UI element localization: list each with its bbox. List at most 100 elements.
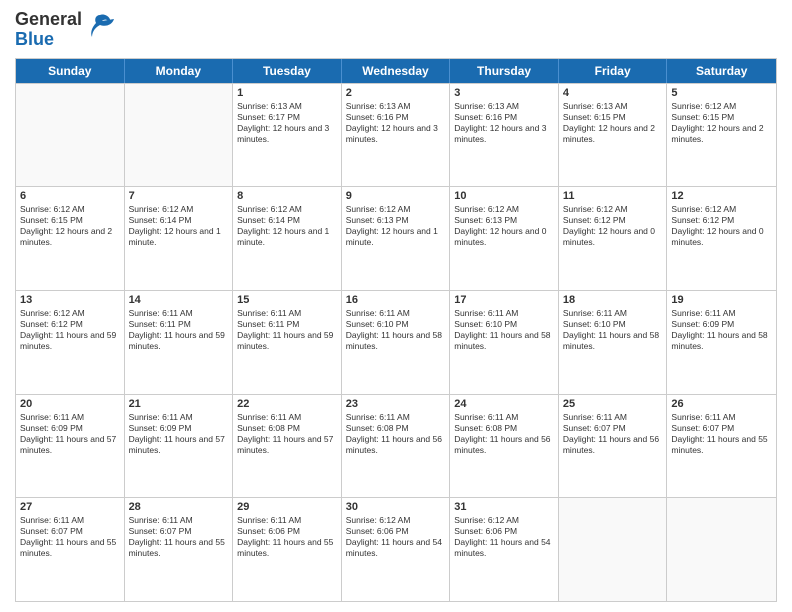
- day-cell-27: 27Sunrise: 6:11 AM Sunset: 6:07 PM Dayli…: [16, 498, 125, 601]
- day-info: Sunrise: 6:11 AM Sunset: 6:06 PM Dayligh…: [237, 515, 337, 559]
- logo-bird-icon: [86, 11, 114, 39]
- calendar-body: 1 Sunrise: 6:13 AM Sunset: 6:17 PM Daylig…: [16, 83, 776, 601]
- day-cell-19: 19 Sunrise: 6:11 AM Sunset: 6:09 PM Dayli…: [667, 291, 776, 394]
- day-number: 12: [671, 190, 772, 202]
- empty-cell-4-5: [559, 498, 668, 601]
- day-cell-2: 2 Sunrise: 6:13 AM Sunset: 6:16 PM Daylig…: [342, 84, 451, 187]
- day-number: 19: [671, 294, 772, 306]
- day-info: Sunrise: 6:12 AM Sunset: 6:13 PM Dayligh…: [454, 204, 554, 248]
- day-cell-29: 29 Sunrise: 6:11 AM Sunset: 6:06 PM Dayli…: [233, 498, 342, 601]
- day-number: 22: [237, 398, 337, 410]
- empty-cell-0-1: [125, 84, 234, 187]
- day-info: Sunrise: 6:13 AM Sunset: 6:17 PM Dayligh…: [237, 101, 337, 145]
- day-info: Sunrise: 6:11 AM Sunset: 6:10 PM Dayligh…: [346, 308, 446, 352]
- day-cell-22: 22 Sunrise: 6:11 AM Sunset: 6:08 PM Dayli…: [233, 395, 342, 498]
- day-info: Sunrise: 6:12 AM Sunset: 6:06 PM Dayligh…: [454, 515, 554, 559]
- day-cell-13: 13 Sunrise: 6:12 AM Sunset: 6:12 PM Dayli…: [16, 291, 125, 394]
- day-number: 2: [346, 87, 446, 99]
- week-row-3: 13 Sunrise: 6:12 AM Sunset: 6:12 PM Dayli…: [16, 290, 776, 394]
- day-cell-25: 25 Sunrise: 6:11 AM Sunset: 6:07 PM Dayli…: [559, 395, 668, 498]
- day-header-friday: Friday: [559, 59, 668, 83]
- day-cell-28: 28 Sunrise: 6:11 AM Sunset: 6:07 PM Dayli…: [125, 498, 234, 601]
- day-cell-10: 10 Sunrise: 6:12 AM Sunset: 6:13 PM Dayli…: [450, 187, 559, 290]
- empty-cell-0-0: [16, 84, 125, 187]
- calendar: SundayMondayTuesdayWednesdayThursdayFrid…: [15, 58, 777, 602]
- week-row-4: 20 Sunrise: 6:11 AM Sunset: 6:09 PM Dayli…: [16, 394, 776, 498]
- day-cell-15: 15 Sunrise: 6:11 AM Sunset: 6:11 PM Dayli…: [233, 291, 342, 394]
- day-info: Sunrise: 6:11 AM Sunset: 6:09 PM Dayligh…: [129, 412, 229, 456]
- day-cell-17: 17 Sunrise: 6:11 AM Sunset: 6:10 PM Dayli…: [450, 291, 559, 394]
- header: General Blue: [15, 10, 777, 50]
- day-info: Sunrise: 6:11 AM Sunset: 6:11 PM Dayligh…: [237, 308, 337, 352]
- day-cell-5: 5Sunrise: 6:12 AM Sunset: 6:15 PM Daylig…: [667, 84, 776, 187]
- calendar-header: SundayMondayTuesdayWednesdayThursdayFrid…: [16, 59, 776, 83]
- logo-blue: Blue: [15, 29, 54, 49]
- day-info: Sunrise: 6:12 AM Sunset: 6:13 PM Dayligh…: [346, 204, 446, 248]
- day-info: Sunrise: 6:12 AM Sunset: 6:15 PM Dayligh…: [20, 204, 120, 248]
- day-cell-14: 14 Sunrise: 6:11 AM Sunset: 6:11 PM Dayli…: [125, 291, 234, 394]
- day-header-tuesday: Tuesday: [233, 59, 342, 83]
- day-number: 10: [454, 190, 554, 202]
- day-cell-12: 12 Sunrise: 6:12 AM Sunset: 6:12 PM Dayli…: [667, 187, 776, 290]
- day-info: Sunrise: 6:12 AM Sunset: 6:06 PM Dayligh…: [346, 515, 446, 559]
- day-number: 4: [563, 87, 663, 99]
- day-info: Sunrise: 6:13 AM Sunset: 6:16 PM Dayligh…: [454, 101, 554, 145]
- day-info: Sunrise: 6:12 AM Sunset: 6:12 PM Dayligh…: [20, 308, 120, 352]
- day-number: 14: [129, 294, 229, 306]
- day-cell-6: 6 Sunrise: 6:12 AM Sunset: 6:15 PM Daylig…: [16, 187, 125, 290]
- day-cell-7: 7 Sunrise: 6:12 AM Sunset: 6:14 PM Daylig…: [125, 187, 234, 290]
- day-number: 27: [20, 501, 120, 513]
- day-number: 25: [563, 398, 663, 410]
- day-cell-20: 20Sunrise: 6:11 AM Sunset: 6:09 PM Dayli…: [16, 395, 125, 498]
- day-number: 28: [129, 501, 229, 513]
- day-cell-30: 30 Sunrise: 6:12 AM Sunset: 6:06 PM Dayli…: [342, 498, 451, 601]
- day-number: 9: [346, 190, 446, 202]
- day-number: 15: [237, 294, 337, 306]
- day-info: Sunrise: 6:13 AM Sunset: 6:15 PM Dayligh…: [563, 101, 663, 145]
- day-info: Sunrise: 6:12 AM Sunset: 6:15 PM Dayligh…: [671, 101, 772, 145]
- day-number: 24: [454, 398, 554, 410]
- page: General Blue SundayMondayTuesdayWednesda…: [0, 0, 792, 612]
- day-cell-16: 16 Sunrise: 6:11 AM Sunset: 6:10 PM Dayli…: [342, 291, 451, 394]
- day-info: Sunrise: 6:13 AM Sunset: 6:16 PM Dayligh…: [346, 101, 446, 145]
- day-number: 30: [346, 501, 446, 513]
- day-cell-23: 23Sunrise: 6:11 AM Sunset: 6:08 PM Dayli…: [342, 395, 451, 498]
- day-info: Sunrise: 6:12 AM Sunset: 6:12 PM Dayligh…: [563, 204, 663, 248]
- day-number: 1: [237, 87, 337, 99]
- day-number: 20: [20, 398, 120, 410]
- day-number: 16: [346, 294, 446, 306]
- day-cell-1: 1 Sunrise: 6:13 AM Sunset: 6:17 PM Daylig…: [233, 84, 342, 187]
- day-info: Sunrise: 6:11 AM Sunset: 6:11 PM Dayligh…: [129, 308, 229, 352]
- day-info: Sunrise: 6:11 AM Sunset: 6:10 PM Dayligh…: [563, 308, 663, 352]
- day-info: Sunrise: 6:11 AM Sunset: 6:07 PM Dayligh…: [563, 412, 663, 456]
- day-cell-8: 8Sunrise: 6:12 AM Sunset: 6:14 PM Daylig…: [233, 187, 342, 290]
- day-cell-26: 26Sunrise: 6:11 AM Sunset: 6:07 PM Dayli…: [667, 395, 776, 498]
- day-number: 11: [563, 190, 663, 202]
- day-info: Sunrise: 6:11 AM Sunset: 6:09 PM Dayligh…: [671, 308, 772, 352]
- day-header-saturday: Saturday: [667, 59, 776, 83]
- day-header-thursday: Thursday: [450, 59, 559, 83]
- day-number: 23: [346, 398, 446, 410]
- day-cell-31: 31 Sunrise: 6:12 AM Sunset: 6:06 PM Dayli…: [450, 498, 559, 601]
- day-number: 17: [454, 294, 554, 306]
- day-number: 31: [454, 501, 554, 513]
- day-cell-9: 9 Sunrise: 6:12 AM Sunset: 6:13 PM Daylig…: [342, 187, 451, 290]
- day-info: Sunrise: 6:12 AM Sunset: 6:14 PM Dayligh…: [237, 204, 337, 248]
- week-row-5: 27 Sunrise: 6:11 AM Sunset: 6:07 PM Dayli…: [16, 497, 776, 601]
- week-row-2: 6 Sunrise: 6:12 AM Sunset: 6:15 PM Daylig…: [16, 186, 776, 290]
- day-info: Sunrise: 6:11 AM Sunset: 6:08 PM Dayligh…: [237, 412, 337, 456]
- day-number: 13: [20, 294, 120, 306]
- day-info: Sunrise: 6:11 AM Sunset: 6:08 PM Dayligh…: [454, 412, 554, 456]
- day-number: 7: [129, 190, 229, 202]
- day-info: Sunrise: 6:12 AM Sunset: 6:14 PM Dayligh…: [129, 204, 229, 248]
- day-number: 6: [20, 190, 120, 202]
- day-number: 18: [563, 294, 663, 306]
- day-number: 29: [237, 501, 337, 513]
- day-number: 21: [129, 398, 229, 410]
- day-header-wednesday: Wednesday: [342, 59, 451, 83]
- day-cell-11: 11 Sunrise: 6:12 AM Sunset: 6:12 PM Dayli…: [559, 187, 668, 290]
- day-cell-3: 3Sunrise: 6:13 AM Sunset: 6:16 PM Daylig…: [450, 84, 559, 187]
- day-info: Sunrise: 6:12 AM Sunset: 6:12 PM Dayligh…: [671, 204, 772, 248]
- day-info: Sunrise: 6:11 AM Sunset: 6:10 PM Dayligh…: [454, 308, 554, 352]
- day-info: Sunrise: 6:11 AM Sunset: 6:07 PM Dayligh…: [129, 515, 229, 559]
